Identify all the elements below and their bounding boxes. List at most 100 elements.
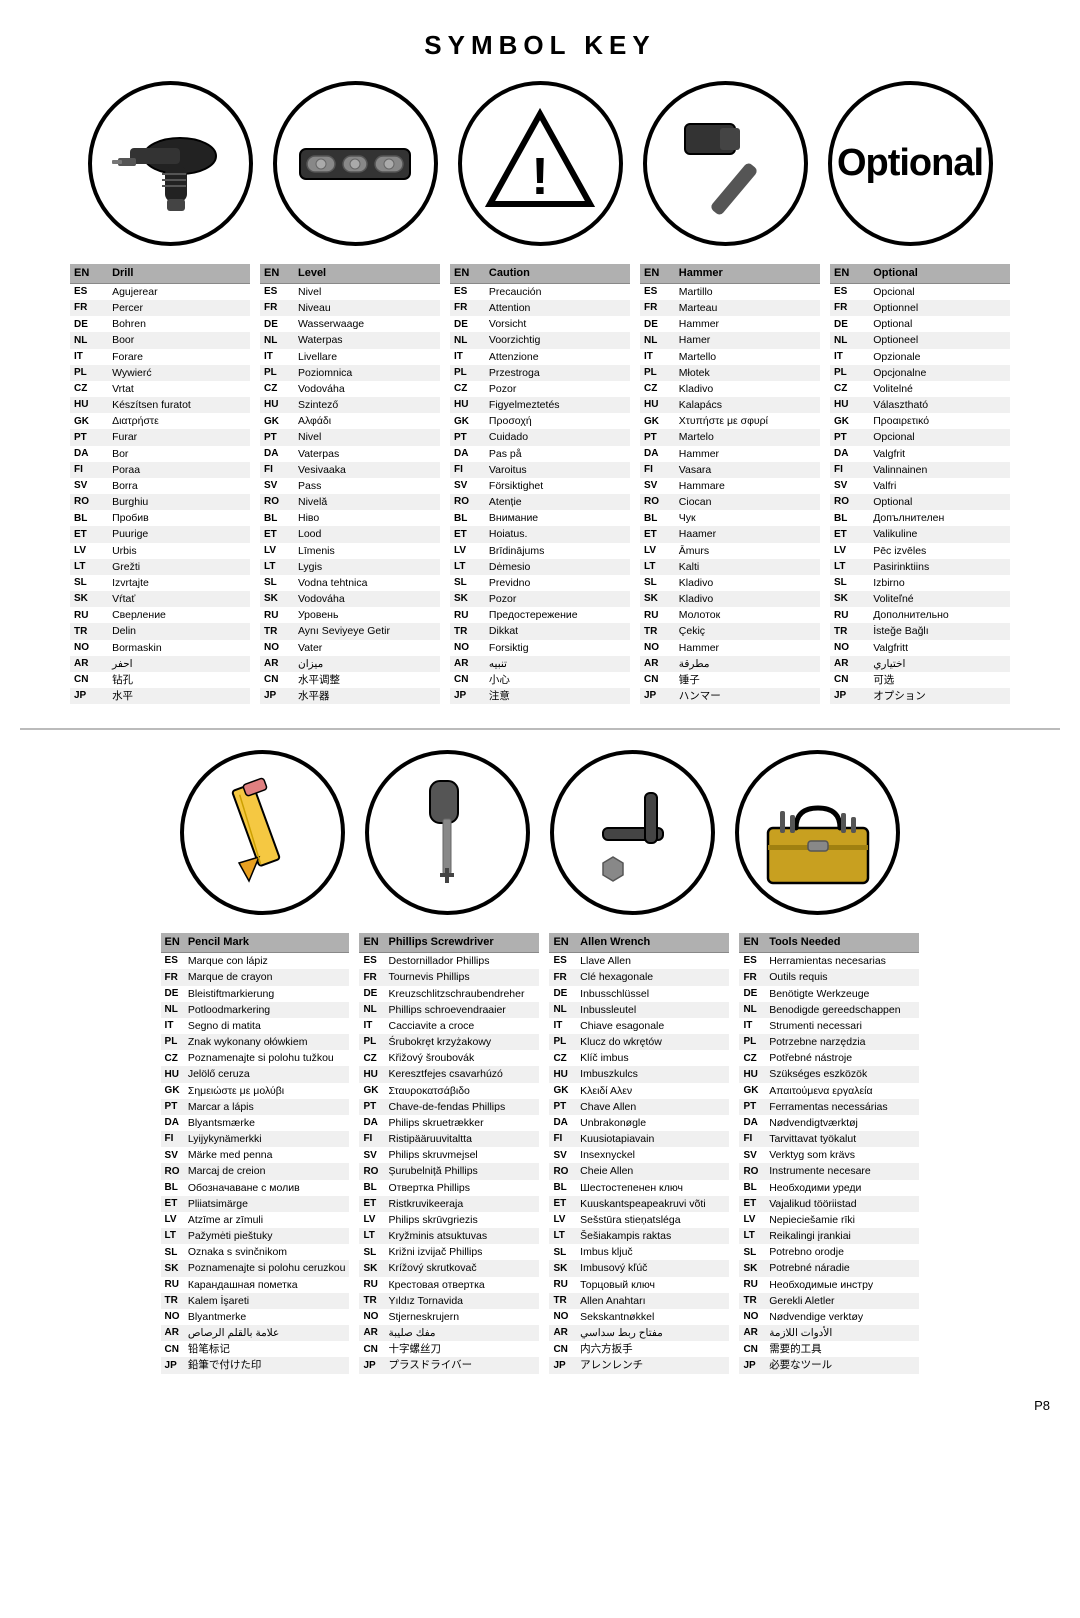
translated-word: Blyantsmærke: [184, 1115, 350, 1131]
table-row: ETLood: [260, 526, 440, 542]
table-row: ETPuurige: [70, 526, 250, 542]
word-header: Drill: [108, 264, 250, 283]
translated-word: Pozor: [485, 591, 630, 607]
translated-word: Destornillador Phillips: [384, 953, 539, 970]
translated-word: Чук: [675, 510, 820, 526]
table-row: FRAttention: [450, 300, 630, 316]
lang-code: NO: [260, 640, 294, 656]
table-row: DEInbusschlüssel: [549, 986, 729, 1002]
translated-word: ハンマー: [675, 688, 820, 704]
translated-word: 钻孔: [108, 672, 250, 688]
lang-header: EN: [359, 933, 384, 952]
table-row: ITCacciavite a croce: [359, 1018, 539, 1034]
table-row: NLInbussleutel: [549, 1002, 729, 1018]
table-row: ROBurghiu: [70, 494, 250, 510]
table-row: LVNepieciešamie rīki: [739, 1212, 919, 1228]
table-row: LTPažymėti pieštuky: [161, 1228, 350, 1244]
translated-word: Készítsen furatot: [108, 397, 250, 413]
lang-code: DE: [640, 316, 675, 332]
table-row: FIPoraa: [70, 462, 250, 478]
table-row: ARمطرقة: [640, 656, 820, 672]
translated-word: 水平: [108, 688, 250, 704]
translated-word: Pēc izvēles: [869, 543, 1010, 559]
translated-word: 水平器: [294, 688, 440, 704]
lang-code: CN: [640, 672, 675, 688]
lang-code: NL: [549, 1002, 576, 1018]
table-row: BLОбозначаване с молив: [161, 1180, 350, 1196]
lang-code: RU: [450, 607, 485, 623]
lang-code: IT: [161, 1018, 184, 1034]
table-row: CZVrtat: [70, 381, 250, 397]
table-row: GKΑπαιτούμενα εργαλεία: [739, 1083, 919, 1099]
table-row: JPハンマー: [640, 688, 820, 704]
drill-icon: [88, 81, 253, 246]
lang-code: ES: [450, 283, 485, 300]
translated-word: Imbusový kľúč: [576, 1260, 729, 1276]
translated-word: Nødvendige verktøy: [765, 1309, 919, 1325]
lang-code: IT: [70, 349, 108, 365]
translated-word: Potrebné náradie: [765, 1260, 919, 1276]
pencil-table: ENPencil MarkESMarque con lápizFRMarque …: [161, 933, 350, 1373]
lang-code: FR: [260, 300, 294, 316]
translated-word: Brīdinājums: [485, 543, 630, 559]
translated-word: Młotek: [675, 365, 820, 381]
table-row: CN锤子: [640, 672, 820, 688]
table-row: FRClé hexagonale: [549, 969, 729, 985]
lang-code: FI: [70, 462, 108, 478]
translated-word: Kreuzschlitzschraubendreher: [384, 986, 539, 1002]
table-row: RUКрестовая отвертка: [359, 1277, 539, 1293]
lang-code: IT: [549, 1018, 576, 1034]
lang-code: NO: [70, 640, 108, 656]
lang-code: TR: [830, 623, 869, 639]
lang-code: FI: [161, 1131, 184, 1147]
pencil-svg: [203, 773, 323, 893]
table-row: NLOptioneel: [830, 332, 1010, 348]
translated-word: Vorsicht: [485, 316, 630, 332]
translated-word: Volitelné: [869, 381, 1010, 397]
translated-word: Martelo: [675, 429, 820, 445]
lang-code: JP: [739, 1357, 765, 1373]
table-row: SKPoznamenajte si polohu ceruzkou: [161, 1260, 350, 1276]
lang-code: NO: [359, 1309, 384, 1325]
table-row: DABor: [70, 446, 250, 462]
lang-code: NO: [450, 640, 485, 656]
table-row: NOValgfritt: [830, 640, 1010, 656]
translated-word: Izbirno: [869, 575, 1010, 591]
translated-word: Marteau: [675, 300, 820, 316]
word-header: Tools Needed: [765, 933, 919, 952]
translated-word: Ferramentas necessárias: [765, 1099, 919, 1115]
lang-code: PL: [549, 1034, 576, 1050]
table-row: SVInsexnyckel: [549, 1147, 729, 1163]
table-row: ARميزان: [260, 656, 440, 672]
toolsneeded-table: ENTools NeededESHerramientas necesariasF…: [739, 933, 919, 1373]
table-row: CZPozor: [450, 381, 630, 397]
translated-word: مفك صليبة: [384, 1325, 539, 1341]
word-header: Pencil Mark: [184, 933, 350, 952]
table-row: JP鉛筆で付けた印: [161, 1357, 350, 1373]
translated-word: Percer: [108, 300, 250, 316]
translated-word: اختياري: [869, 656, 1010, 672]
lang-code: HU: [359, 1066, 384, 1082]
table-row: ESPrecaución: [450, 283, 630, 300]
lang-header: EN: [549, 933, 576, 952]
lang-code: ET: [70, 526, 108, 542]
table-row: FROutils requis: [739, 969, 919, 985]
translated-word: Allen Anahtarı: [576, 1293, 729, 1309]
translated-word: プラスドライバー: [384, 1357, 539, 1373]
allen-wrench-icon: [550, 750, 715, 915]
lang-code: LT: [359, 1228, 384, 1244]
lang-code: FI: [260, 462, 294, 478]
table-row: ARاختياري: [830, 656, 1010, 672]
translated-word: Marcaj de creion: [184, 1163, 350, 1179]
table-row: RUУровень: [260, 607, 440, 623]
lang-code: PT: [161, 1099, 184, 1115]
table-row: LTLygis: [260, 559, 440, 575]
translated-word: Дополнительно: [869, 607, 1010, 623]
lang-code: FR: [161, 969, 184, 985]
lang-code: RO: [640, 494, 675, 510]
lang-code: RU: [739, 1277, 765, 1293]
table-row: SVPass: [260, 478, 440, 494]
table-row: ESMarque con lápiz: [161, 953, 350, 970]
lang-code: FI: [450, 462, 485, 478]
table-row: PTFerramentas necessárias: [739, 1099, 919, 1115]
